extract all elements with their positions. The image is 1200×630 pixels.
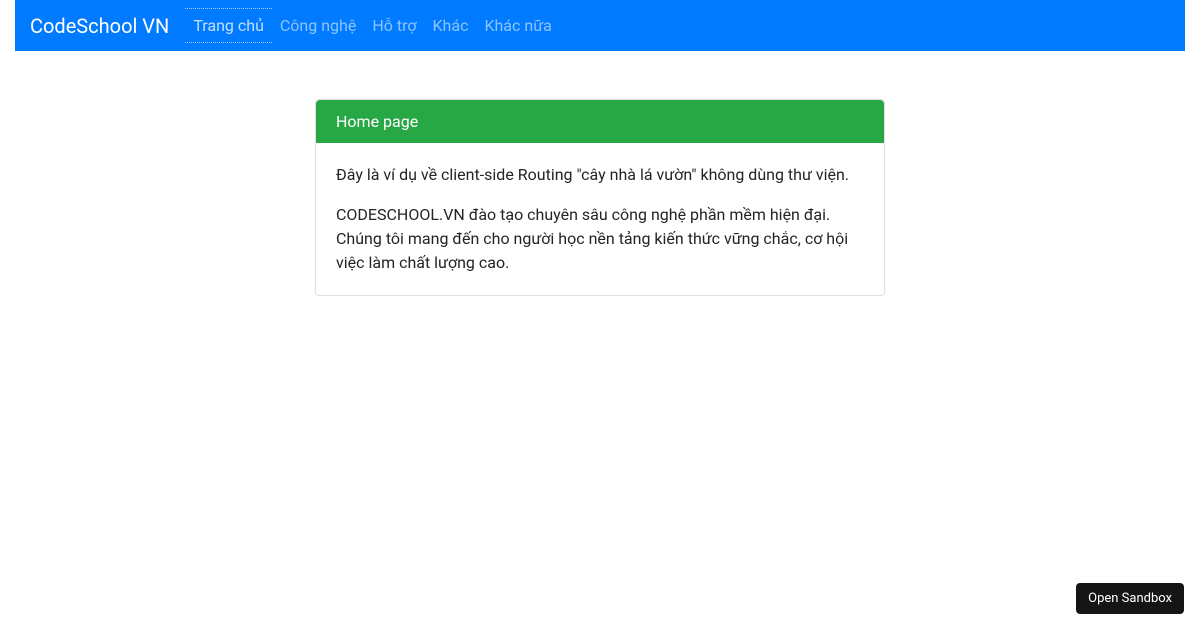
main-container: Home page Đây là ví dụ về client-side Ro… [315, 99, 885, 296]
open-sandbox-button[interactable]: Open Sandbox [1076, 583, 1184, 614]
nav-link-more[interactable]: Khác nữa [476, 8, 559, 43]
navbar-brand[interactable]: CodeSchool VN [30, 9, 169, 43]
nav-item-other: Khác [425, 8, 477, 43]
nav-link-technology[interactable]: Công nghệ [272, 8, 364, 43]
nav-item-more: Khác nữa [476, 8, 559, 43]
card-body: Đây là ví dụ về client-side Routing "cây… [316, 143, 884, 295]
card-header: Home page [316, 100, 884, 143]
card-paragraph-1: Đây là ví dụ về client-side Routing "cây… [336, 163, 864, 187]
card: Home page Đây là ví dụ về client-side Ro… [315, 99, 885, 296]
nav-list: Trang chủ Công nghệ Hỗ trợ Khác Khác nữa [185, 8, 559, 43]
card-paragraph-2: CODESCHOOL.VN đào tạo chuyên sâu công ng… [336, 203, 864, 275]
nav-item-technology: Công nghệ [272, 8, 364, 43]
nav-item-support: Hỗ trợ [364, 8, 424, 43]
nav-item-home: Trang chủ [185, 8, 272, 43]
nav-link-other[interactable]: Khác [425, 8, 477, 43]
nav-link-support[interactable]: Hỗ trợ [364, 8, 424, 43]
navbar: CodeSchool VN Trang chủ Công nghệ Hỗ trợ… [15, 0, 1185, 51]
nav-link-home[interactable]: Trang chủ [185, 8, 272, 43]
